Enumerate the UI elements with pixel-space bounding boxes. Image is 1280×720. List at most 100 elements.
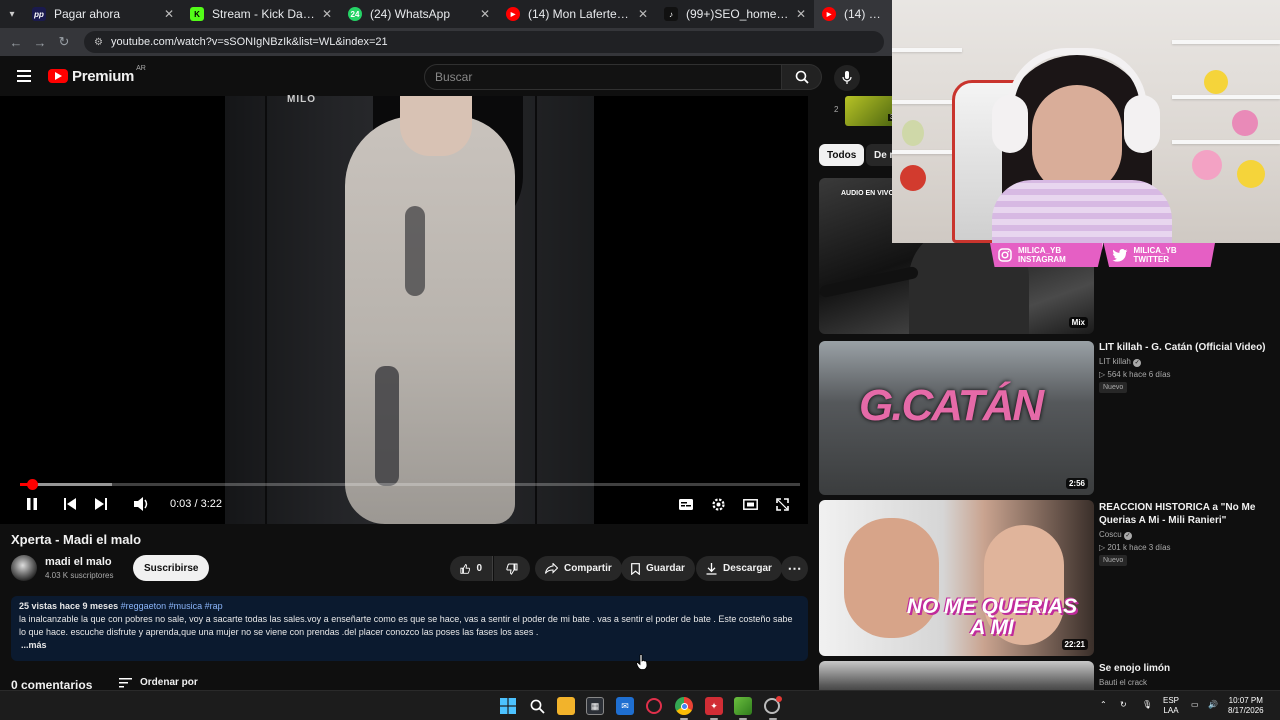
- country-code: AR: [136, 64, 146, 72]
- verified-icon: ✓: [1133, 359, 1142, 367]
- wall-shelf: [892, 48, 962, 52]
- streamer-webcam: [892, 0, 1280, 243]
- recommendation-title[interactable]: Se enojo limón: [1099, 662, 1269, 675]
- obs-studio-icon[interactable]: [764, 696, 782, 714]
- forward-arrow-icon[interactable]: →: [28, 35, 52, 50]
- dislike-button[interactable]: [494, 556, 530, 581]
- search-input[interactable]: Buscar: [424, 64, 782, 90]
- browser-tab-active[interactable]: ▶ (14) Xperta - M: [814, 0, 892, 28]
- share-button[interactable]: Compartir: [535, 556, 622, 581]
- like-count: 0: [476, 563, 482, 574]
- browser-tab[interactable]: K Stream - Kick Dashboard ✕: [182, 0, 340, 28]
- windows-start-icon[interactable]: [499, 697, 517, 715]
- pause-button[interactable]: [22, 494, 42, 514]
- url-text: youtube.com/watch?v=sSONIgNBzIk&list=WL&…: [110, 36, 388, 48]
- file-explorer-icon[interactable]: [557, 697, 575, 715]
- search-button[interactable]: [782, 64, 822, 90]
- close-tab-icon[interactable]: ✕: [164, 7, 174, 21]
- recommendation-title[interactable]: LIT killah - G. Catán (Official Video): [1099, 341, 1269, 354]
- kick-favicon-icon: K: [190, 7, 204, 21]
- description-box[interactable]: 25 vistas hace 9 meses #reggaeton #music…: [11, 596, 808, 661]
- url-field[interactable]: ⚙ youtube.com/watch?v=sSONIgNBzIk&list=W…: [84, 31, 884, 53]
- recommendation-channel[interactable]: LIT killah ✓: [1099, 357, 1142, 367]
- instagram-handle: MILICA_YB INSTAGRAM: [990, 243, 1104, 267]
- sync-icon[interactable]: ↻: [1120, 700, 1127, 710]
- plush-toy: [1204, 70, 1228, 94]
- clock-time: 10:07 PM: [1228, 696, 1263, 705]
- settings-button[interactable]: [708, 494, 728, 514]
- mail-icon[interactable]: ✉: [616, 697, 634, 715]
- recommendation-thumbnail[interactable]: [819, 661, 1094, 692]
- wall-shelf: [1172, 140, 1280, 144]
- close-tab-icon[interactable]: ✕: [322, 7, 332, 21]
- theater-mode-button[interactable]: [740, 494, 760, 514]
- like-button[interactable]: 0: [450, 556, 493, 581]
- taskbar-search-icon[interactable]: [528, 697, 546, 715]
- save-button[interactable]: Guardar: [621, 556, 695, 581]
- recommendation-thumbnail[interactable]: NO ME QUERIAS A MI 22:21: [819, 500, 1094, 656]
- show-more-link[interactable]: ...más: [21, 639, 800, 652]
- more-actions-button[interactable]: ⋯: [781, 556, 808, 581]
- browser-tab[interactable]: 24 (24) WhatsApp ✕: [340, 0, 498, 28]
- voice-search-button[interactable]: [834, 65, 860, 91]
- recorder-app-icon[interactable]: ✦: [705, 697, 723, 715]
- channel-avatar[interactable]: [11, 555, 37, 581]
- video-player[interactable]: MILO 0:03 / 3:22: [0, 94, 808, 524]
- tab-title: (24) WhatsApp: [370, 7, 451, 21]
- browser-tab[interactable]: ♪ (99+)SEO_homepage_title ✕: [656, 0, 814, 28]
- thumbnail-label: G.CATÁN: [859, 381, 1044, 430]
- chrome-icon[interactable]: [675, 697, 693, 715]
- volume-button[interactable]: [131, 494, 153, 514]
- plush-toy: [902, 120, 924, 146]
- menu-icon[interactable]: [0, 70, 48, 82]
- site-info-icon[interactable]: ⚙: [94, 37, 103, 48]
- microsoft-store-icon[interactable]: ▦: [586, 697, 604, 715]
- mix-microphone-shape: [819, 265, 920, 299]
- scrubber-handle[interactable]: [26, 479, 38, 490]
- speaker-icon[interactable]: 🔊: [1208, 700, 1218, 710]
- subscribe-button[interactable]: Suscribirse: [133, 555, 210, 581]
- reload-icon[interactable]: ↻: [52, 34, 76, 50]
- recommendation-channel[interactable]: Bauti el crack: [1099, 678, 1147, 687]
- minecraft-icon[interactable]: [734, 697, 752, 715]
- notification-dot-icon: [776, 696, 782, 702]
- browser-tab[interactable]: ▶ (14) Mon Laferte - Tu Falta De Q ✕: [498, 0, 656, 28]
- close-tab-icon[interactable]: ✕: [480, 7, 490, 21]
- chip-todos[interactable]: Todos: [819, 144, 865, 166]
- subtitles-button[interactable]: [676, 494, 696, 514]
- fullscreen-button[interactable]: [772, 494, 792, 514]
- tab-list-chevron-icon[interactable]: ▾: [0, 0, 24, 28]
- skip-next-icon: [95, 498, 107, 510]
- language-code: ESP: [1163, 696, 1180, 705]
- download-button[interactable]: Descargar: [696, 556, 782, 581]
- microphone-tray-icon[interactable]: 🎙: [1142, 700, 1152, 710]
- twitter-username: MILICA_YB: [1133, 246, 1177, 255]
- chevron-up-icon[interactable]: ⌃: [1100, 700, 1107, 710]
- tattoo-shape: [375, 366, 399, 486]
- windows-logo-icon: [500, 698, 516, 714]
- channel-name[interactable]: madi el malo: [45, 556, 112, 568]
- clock[interactable]: 10:07 PM 8/17/2026: [1228, 696, 1264, 716]
- playlist-item[interactable]: 2 3:3: [818, 96, 905, 132]
- previous-button[interactable]: [60, 494, 80, 514]
- youtube-premium-logo[interactable]: Premium AR: [48, 64, 146, 85]
- language-indicator[interactable]: ESP LAA: [1163, 696, 1179, 716]
- back-arrow-icon[interactable]: ←: [4, 35, 28, 50]
- close-tab-icon[interactable]: ✕: [796, 7, 806, 21]
- recommendation-thumbnail[interactable]: G.CATÁN 2:56: [819, 341, 1094, 495]
- close-tab-icon[interactable]: ✕: [638, 7, 648, 21]
- sort-comments-button[interactable]: Ordenar por: [119, 677, 198, 688]
- browser-tab[interactable]: pp Pagar ahora ✕: [24, 0, 182, 28]
- microphone-icon: [842, 71, 852, 84]
- download-label: Descargar: [723, 563, 772, 574]
- progress-bar[interactable]: [20, 479, 800, 490]
- recommendation-title[interactable]: REACCION HISTORICA a "No Me Querias A Mi…: [1099, 501, 1269, 527]
- next-button[interactable]: [91, 494, 111, 514]
- tab-title: (14) Xperta - M: [844, 7, 884, 21]
- playlist-index: 2: [834, 105, 839, 114]
- hashtags[interactable]: #reggaeton #musica #rap: [121, 601, 223, 611]
- opera-icon[interactable]: [646, 698, 662, 714]
- network-icon[interactable]: ▭: [1191, 700, 1199, 710]
- pause-icon: [27, 498, 37, 510]
- recommendation-channel[interactable]: Coscu ✓: [1099, 530, 1132, 540]
